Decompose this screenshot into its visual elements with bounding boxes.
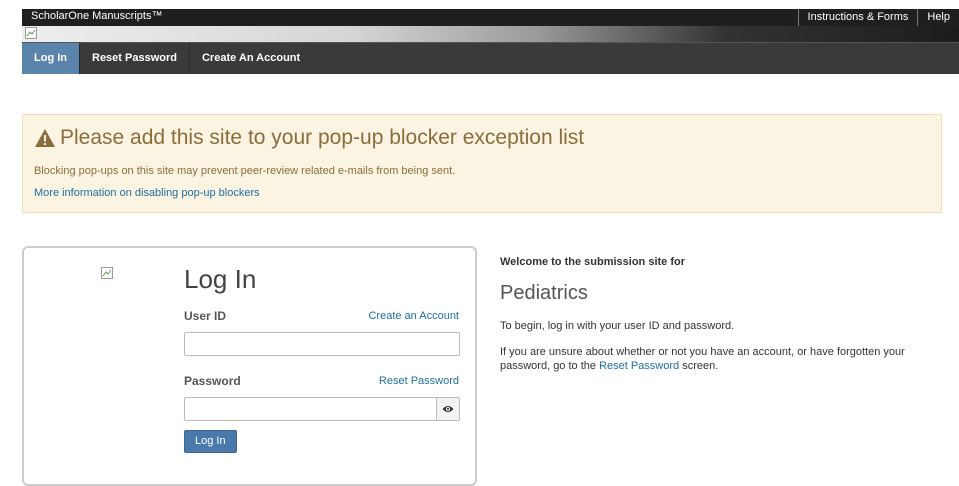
nav-tab-log-in[interactable]: Log In bbox=[22, 43, 80, 74]
broken-image-icon bbox=[101, 267, 113, 279]
welcome-heading: Welcome to the submission site for bbox=[500, 256, 685, 268]
user-id-input[interactable] bbox=[184, 332, 460, 356]
help-link[interactable]: Help bbox=[917, 9, 959, 26]
welcome-help-text-end: screen. bbox=[679, 360, 719, 372]
alert-message: Blocking pop-ups on this site may preven… bbox=[34, 165, 456, 177]
header-banner bbox=[22, 26, 959, 42]
reset-password-link[interactable]: Reset Password bbox=[379, 375, 459, 387]
password-input[interactable] bbox=[184, 397, 436, 421]
welcome-help-text: If you are unsure about whether or not y… bbox=[500, 345, 930, 373]
brand-name: ScholarOne Manuscripts™ bbox=[31, 10, 163, 22]
password-field-group bbox=[184, 397, 460, 421]
reset-password-inline-link[interactable]: Reset Password bbox=[599, 360, 679, 372]
user-id-label: User ID bbox=[184, 309, 227, 323]
show-password-toggle[interactable] bbox=[436, 397, 460, 421]
main-nav: Log In Reset Password Create An Account bbox=[22, 42, 959, 74]
alert-title: Please add this site to your pop-up bloc… bbox=[34, 126, 584, 150]
nav-tab-create-account[interactable]: Create An Account bbox=[190, 43, 312, 74]
welcome-instructions: To begin, log in with your user ID and p… bbox=[500, 320, 735, 332]
top-bar: ScholarOne Manuscripts™ Instructions & F… bbox=[22, 9, 959, 26]
eye-icon bbox=[442, 406, 454, 412]
broken-image-icon bbox=[25, 27, 37, 39]
journal-name: Pediatrics bbox=[500, 282, 588, 304]
top-links: Instructions & Forms Help bbox=[797, 9, 959, 26]
login-card: Log In User ID Create an Account Passwor… bbox=[22, 246, 477, 486]
login-title: Log In bbox=[184, 264, 257, 294]
instructions-forms-link[interactable]: Instructions & Forms bbox=[797, 9, 918, 26]
warning-icon bbox=[35, 129, 55, 147]
create-account-link[interactable]: Create an Account bbox=[368, 310, 459, 322]
password-label: Password bbox=[184, 374, 241, 388]
popup-blocker-alert: Please add this site to your pop-up bloc… bbox=[22, 114, 942, 213]
popup-info-link[interactable]: More information on disabling pop-up blo… bbox=[34, 187, 260, 199]
alert-title-text: Please add this site to your pop-up bloc… bbox=[60, 126, 585, 149]
nav-tab-reset-password[interactable]: Reset Password bbox=[80, 43, 190, 74]
log-in-button[interactable]: Log In bbox=[184, 430, 237, 453]
